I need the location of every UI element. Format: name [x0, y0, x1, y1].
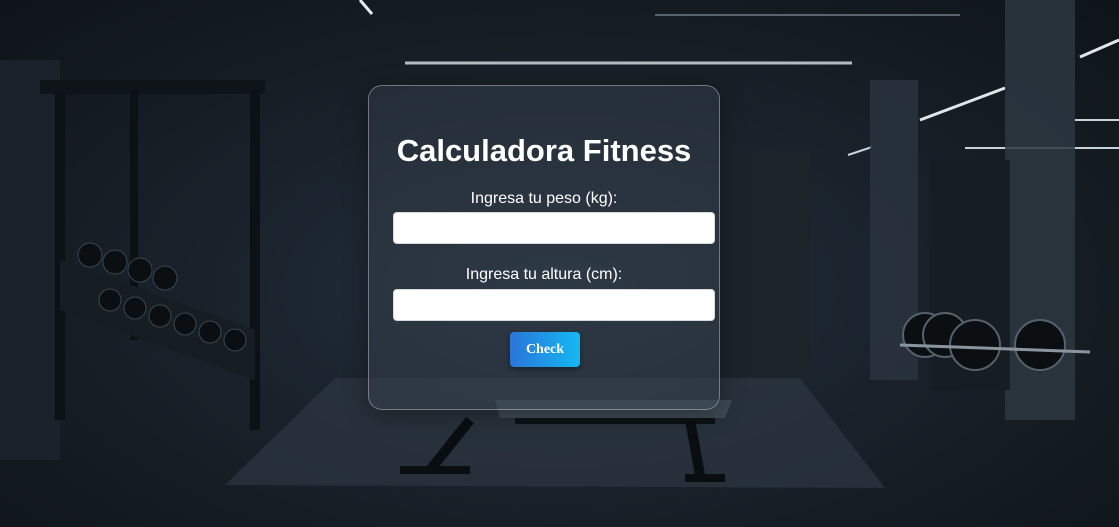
- weight-label: Ingresa tu peso (kg):: [470, 190, 618, 207]
- calculator-card: Calculadora Fitness Ingresa tu peso (kg)…: [368, 85, 720, 410]
- height-label: Ingresa tu altura (cm):: [465, 266, 623, 283]
- height-input[interactable]: [393, 289, 715, 321]
- check-button[interactable]: Check: [510, 332, 580, 367]
- page-title: Calculadora Fitness: [396, 133, 692, 168]
- weight-input[interactable]: [393, 212, 715, 244]
